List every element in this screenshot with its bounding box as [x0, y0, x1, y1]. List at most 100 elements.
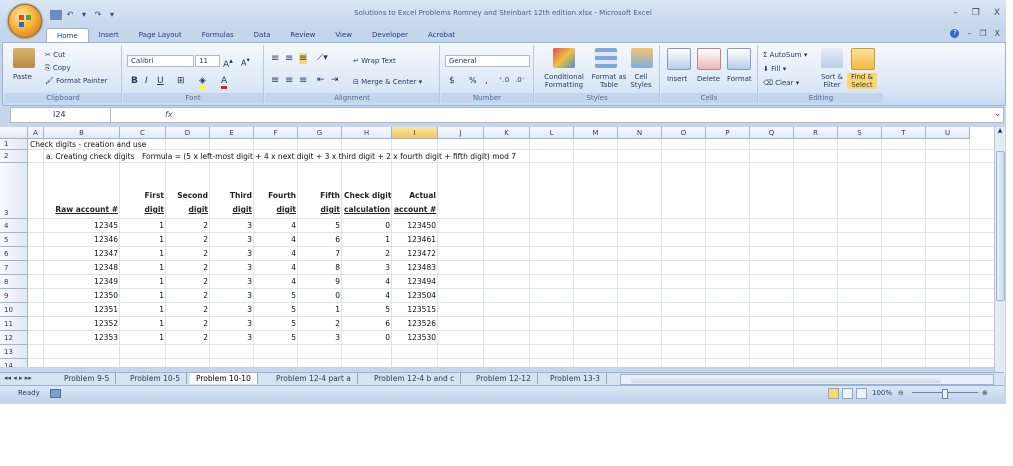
header-fourth-bot[interactable]: digit	[256, 205, 296, 214]
vertical-scrollbar[interactable]: ▲	[994, 127, 1005, 375]
data-cell-r5-c1[interactable]: 12346	[46, 235, 118, 244]
tab-acrobat[interactable]: Acrobat	[418, 28, 465, 42]
cell-b2-subtitle[interactable]: a. Creating check digits	[46, 152, 135, 161]
column-header-h[interactable]: H	[342, 127, 392, 139]
align-left-icon[interactable]: ≡	[271, 75, 279, 86]
data-cell-r9-c3[interactable]: 2	[168, 291, 208, 300]
font-family-select[interactable]: Calibri	[127, 55, 194, 67]
horizontal-scrollbar[interactable]	[620, 374, 994, 385]
close-button[interactable]: X	[994, 8, 1000, 18]
format-cells-icon[interactable]	[727, 48, 751, 70]
data-cell-r8-c8[interactable]: 123494	[394, 277, 436, 286]
data-cell-r11-c7[interactable]: 6	[344, 319, 390, 328]
tab-view[interactable]: View	[325, 28, 362, 42]
wrap-text-button[interactable]: ↵ Wrap Text	[353, 57, 396, 65]
data-cell-r6-c6[interactable]: 7	[300, 249, 340, 258]
tab-developer[interactable]: Developer	[362, 28, 418, 42]
data-cell-r9-c8[interactable]: 123504	[394, 291, 436, 300]
decrease-indent-icon[interactable]: ⇤	[317, 75, 325, 85]
conditional-formatting-button[interactable]: Conditional Formatting	[537, 73, 591, 89]
data-cell-r10-c5[interactable]: 5	[256, 305, 296, 314]
bold-button[interactable]: B	[131, 76, 138, 86]
data-cell-r4-c6[interactable]: 5	[300, 221, 340, 230]
data-cell-r5-c8[interactable]: 123461	[394, 235, 436, 244]
header-first-top[interactable]: First	[122, 191, 164, 200]
column-header-t[interactable]: T	[882, 127, 926, 139]
sheet-tab-problem-10-5[interactable]: Problem 10-5	[124, 373, 188, 384]
conditional-formatting-icon[interactable]	[553, 48, 575, 68]
clear-button[interactable]: ⌫ Clear ▾	[763, 79, 799, 87]
tab-home[interactable]: Home	[46, 28, 89, 42]
sheet-tab-problem-10-10[interactable]: Problem 10-10	[190, 373, 258, 384]
zoom-slider-thumb[interactable]	[942, 389, 948, 399]
column-header-n[interactable]: N	[618, 127, 662, 139]
comma-button[interactable]: ,	[485, 76, 488, 86]
data-cell-r8-c2[interactable]: 1	[122, 277, 164, 286]
data-cell-r9-c6[interactable]: 0	[300, 291, 340, 300]
column-header-u[interactable]: U	[926, 127, 970, 139]
cell-styles-button[interactable]: Cell Styles	[629, 73, 653, 89]
shrink-font-icon[interactable]: A▾	[241, 56, 250, 68]
data-cell-r7-c6[interactable]: 8	[300, 263, 340, 272]
paste-icon[interactable]	[13, 48, 35, 68]
sheet-tab-problem-13-3[interactable]: Problem 13-3	[544, 373, 608, 384]
data-cell-r4-c1[interactable]: 12345	[46, 221, 118, 230]
zoom-level[interactable]: 100%	[872, 386, 892, 400]
office-button[interactable]	[8, 4, 42, 38]
data-cell-r4-c8[interactable]: 123450	[394, 221, 436, 230]
header-first-bot[interactable]: digit	[122, 205, 164, 214]
header-fifth-top[interactable]: Fifth	[300, 191, 340, 200]
data-cell-r6-c4[interactable]: 3	[212, 249, 252, 258]
column-header-s[interactable]: S	[838, 127, 882, 139]
data-cell-r6-c5[interactable]: 4	[256, 249, 296, 258]
sheet-tab-problem-12-4-b-and-c[interactable]: Problem 12-4 b and c	[368, 373, 462, 384]
italic-button[interactable]: I	[145, 76, 148, 86]
sheet-tab-problem-9-5[interactable]: Problem 9-5	[58, 373, 117, 384]
header-third-top[interactable]: Third	[212, 191, 252, 200]
zoom-out-icon[interactable]: ⊖	[898, 386, 904, 400]
column-header-i[interactable]: I	[392, 127, 438, 139]
currency-button[interactable]: $	[449, 76, 455, 86]
row-header-8[interactable]: 8	[0, 275, 28, 289]
select-all-corner[interactable]	[0, 127, 28, 139]
column-header-o[interactable]: O	[662, 127, 706, 139]
data-cell-r7-c8[interactable]: 123483	[394, 263, 436, 272]
data-cell-r4-c3[interactable]: 2	[168, 221, 208, 230]
align-right-icon[interactable]: ≡	[299, 75, 307, 86]
restore-button[interactable]: ❐	[972, 8, 980, 18]
workbook-restore-button[interactable]: ❐	[979, 29, 986, 38]
data-cell-r8-c3[interactable]: 2	[168, 277, 208, 286]
delete-cells-icon[interactable]	[697, 48, 721, 70]
find-select-icon[interactable]	[851, 48, 875, 70]
column-header-k[interactable]: K	[484, 127, 530, 139]
format-as-table-button[interactable]: Format as Table	[589, 73, 629, 89]
data-cell-r7-c1[interactable]: 12348	[46, 263, 118, 272]
column-header-m[interactable]: M	[574, 127, 618, 139]
column-header-a[interactable]: A	[28, 127, 44, 139]
row-header-2[interactable]: 2	[0, 150, 28, 163]
sheet-tab-problem-12-4-part-a[interactable]: Problem 12-4 part a	[270, 373, 358, 384]
horizontal-scroll-thumb[interactable]	[631, 375, 941, 383]
data-cell-r11-c2[interactable]: 1	[122, 319, 164, 328]
data-cell-r11-c3[interactable]: 2	[168, 319, 208, 328]
align-top-icon[interactable]: ≡	[271, 53, 279, 64]
column-header-q[interactable]: Q	[750, 127, 794, 139]
row-header-1[interactable]: 1	[0, 139, 28, 150]
column-header-b[interactable]: B	[44, 127, 120, 139]
data-cell-r10-c6[interactable]: 1	[300, 305, 340, 314]
merge-center-button[interactable]: ⊟ Merge & Center ▾	[353, 78, 422, 86]
data-cell-r8-c5[interactable]: 4	[256, 277, 296, 286]
cell-styles-icon[interactable]	[631, 48, 653, 68]
increase-indent-icon[interactable]: ⇥	[331, 75, 339, 85]
insert-cells-icon[interactable]	[667, 48, 691, 70]
data-cell-r5-c2[interactable]: 1	[122, 235, 164, 244]
borders-icon[interactable]: ⊞	[177, 76, 185, 86]
header-actual-top[interactable]: Actual	[394, 191, 436, 200]
row-header-10[interactable]: 10	[0, 303, 28, 317]
data-cell-r12-c8[interactable]: 123530	[394, 333, 436, 342]
column-header-r[interactable]: R	[794, 127, 838, 139]
data-cell-r8-c4[interactable]: 3	[212, 277, 252, 286]
format-button[interactable]: Format	[727, 75, 752, 83]
column-header-d[interactable]: D	[166, 127, 210, 139]
row-header-7[interactable]: 7	[0, 261, 28, 275]
